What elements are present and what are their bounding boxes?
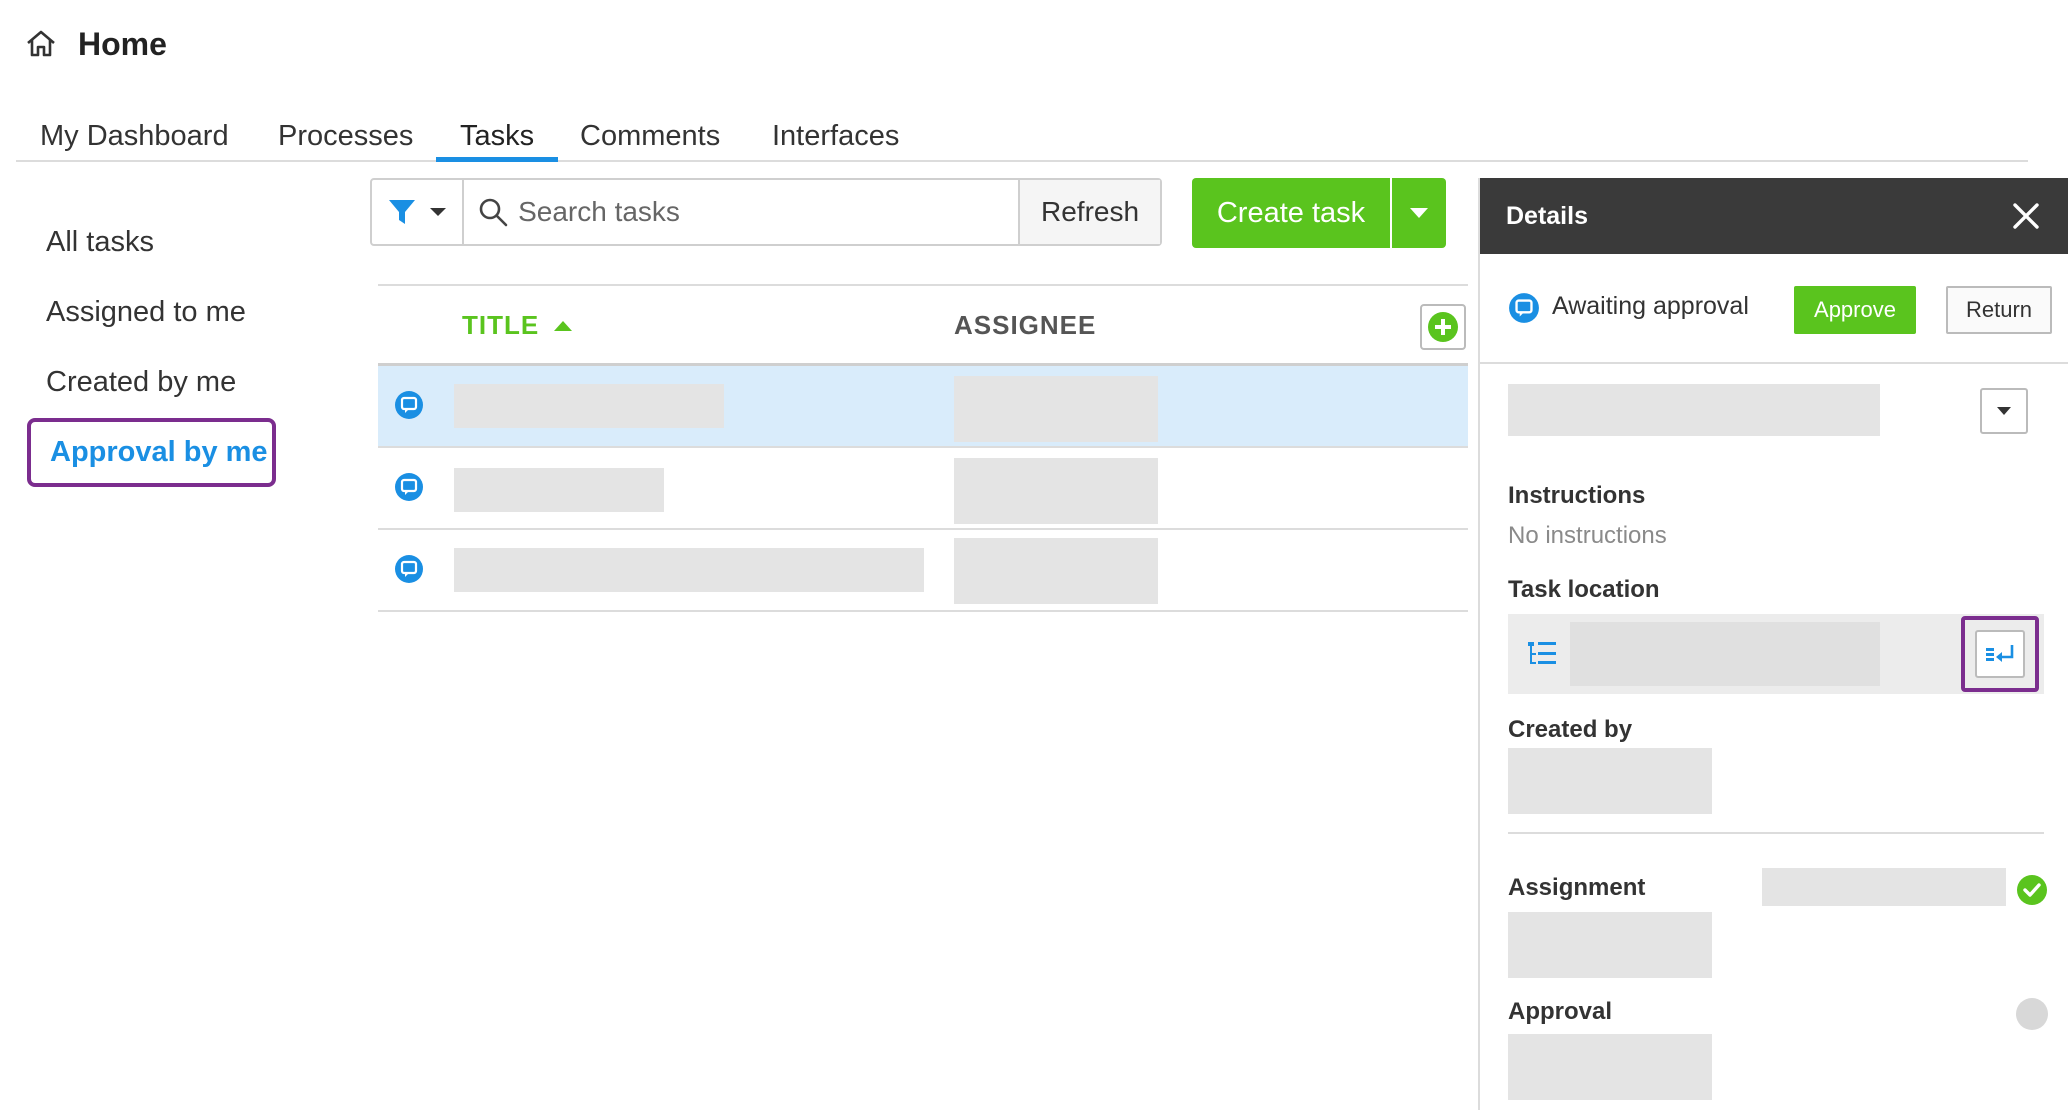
- plus-circle-icon: [1428, 312, 1458, 342]
- tab-interfaces[interactable]: Interfaces: [772, 114, 899, 162]
- main-tabs: My Dashboard Processes Tasks Comments In…: [16, 110, 2028, 162]
- page-header: Home: [24, 20, 167, 68]
- tab-tasks[interactable]: Tasks: [436, 114, 559, 162]
- details-title: Details: [1506, 201, 1588, 230]
- title-placeholder: [454, 548, 924, 592]
- filter-icon: [389, 200, 416, 224]
- task-toolbar: Refresh: [370, 178, 1162, 246]
- sidebar-item-all-tasks[interactable]: All tasks: [46, 226, 154, 259]
- tab-comments[interactable]: Comments: [580, 114, 720, 162]
- instructions-value: No instructions: [1508, 522, 1667, 549]
- sidebar-item-approval-by-me[interactable]: Approval by me: [27, 418, 276, 487]
- table-row[interactable]: [378, 366, 1468, 448]
- page-title: Home: [78, 25, 167, 62]
- approval-task-icon: [1509, 293, 1539, 323]
- chevron-down-icon: [1997, 407, 2011, 415]
- column-assignee[interactable]: ASSIGNEE: [954, 310, 1096, 341]
- approver-placeholder: [1508, 1034, 1712, 1100]
- assignee-placeholder: [954, 376, 1158, 442]
- divider: [1508, 832, 2044, 834]
- sort-ascending-icon: [554, 320, 573, 331]
- title-placeholder: [454, 384, 724, 428]
- task-location-placeholder: [1570, 622, 1880, 686]
- search-input[interactable]: [518, 196, 1019, 228]
- sidebar-item-created-by-me[interactable]: Created by me: [46, 366, 236, 399]
- task-table-header: TITLE ASSIGNEE: [378, 284, 1468, 366]
- tab-processes[interactable]: Processes: [278, 114, 413, 162]
- column-title-label: TITLE: [462, 310, 540, 340]
- chevron-down-icon: [1410, 208, 1428, 218]
- status-text: Awaiting approval: [1552, 292, 1749, 320]
- created-by-label: Created by: [1508, 716, 1633, 743]
- task-location-label: Task location: [1508, 576, 1660, 603]
- add-column-button[interactable]: [1420, 304, 1466, 350]
- filter-button[interactable]: [372, 180, 465, 244]
- pending-status-icon: [2016, 998, 2048, 1030]
- task-actions-dropdown[interactable]: [1980, 388, 2028, 434]
- process-tree-icon: [1528, 642, 1556, 664]
- table-row[interactable]: [378, 448, 1468, 530]
- status-row: Awaiting approval Approve Return: [1480, 254, 2068, 364]
- tab-my-dashboard[interactable]: My Dashboard: [40, 114, 229, 162]
- refresh-button[interactable]: Refresh: [1018, 180, 1160, 244]
- assignee-placeholder: [954, 538, 1158, 604]
- assignee-placeholder: [1508, 912, 1712, 978]
- approval-task-icon: [395, 391, 423, 419]
- approval-label: Approval: [1508, 998, 1613, 1025]
- assignment-date-placeholder: [1762, 868, 2006, 906]
- create-task-button[interactable]: Create task: [1192, 178, 1390, 248]
- sidebar-item-assigned-to-me[interactable]: Assigned to me: [46, 296, 246, 329]
- assignee-placeholder: [954, 458, 1158, 524]
- approve-button[interactable]: Approve: [1794, 286, 1916, 334]
- search-box: [464, 180, 1019, 244]
- approval-task-icon: [395, 473, 423, 501]
- goto-location-button[interactable]: [1975, 630, 2025, 678]
- task-name-placeholder: [1508, 384, 1880, 436]
- goto-location-icon: [1986, 645, 2014, 662]
- assignment-label: Assignment: [1508, 874, 1646, 901]
- search-icon: [479, 198, 508, 227]
- create-task-dropdown-button[interactable]: [1392, 178, 1446, 248]
- chevron-down-icon: [430, 208, 447, 216]
- check-circle-icon: [2017, 875, 2047, 905]
- instructions-label: Instructions: [1508, 482, 1646, 509]
- created-by-placeholder: [1508, 748, 1712, 814]
- details-header: Details: [1480, 178, 2068, 254]
- title-placeholder: [454, 468, 664, 512]
- home-icon[interactable]: [24, 27, 58, 61]
- table-row[interactable]: [378, 530, 1468, 612]
- close-icon[interactable]: [2012, 202, 2040, 230]
- approval-task-icon: [395, 555, 423, 583]
- column-title[interactable]: TITLE: [462, 310, 573, 341]
- return-button[interactable]: Return: [1946, 286, 2052, 334]
